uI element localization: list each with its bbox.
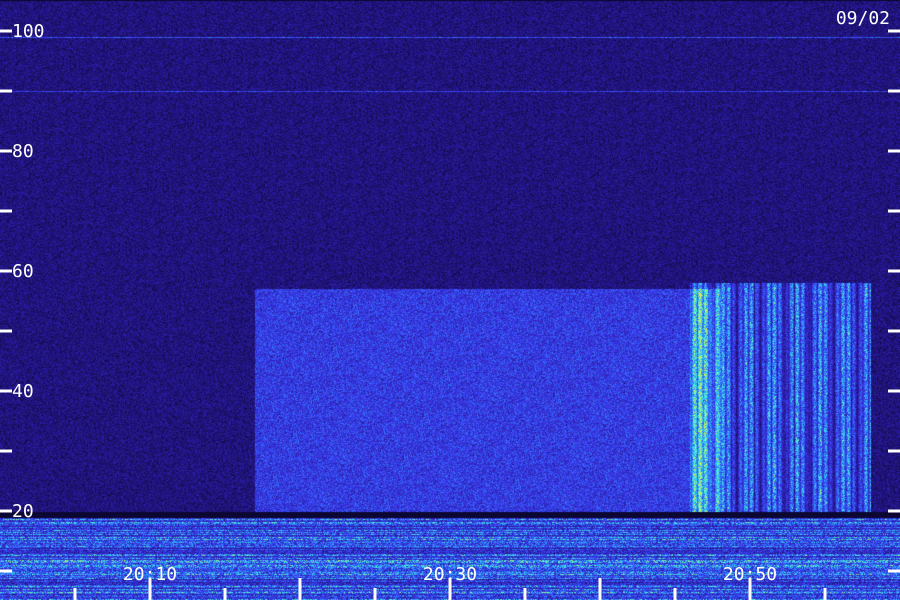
x-tick-label: 20:30 — [423, 564, 477, 585]
x-tick-label: 20:10 — [123, 564, 177, 585]
y-tick-label: 60 — [12, 261, 34, 282]
y-axis: 20 40 60 80 100 — [0, 21, 900, 573]
x-tick-label: 20:50 — [723, 564, 777, 585]
x-axis: 20:10 20:30 20:50 — [73, 564, 827, 600]
spectrogram-panel: 20 40 60 80 100 20:10 20:30 20:50 09/02 — [0, 0, 900, 600]
y-tick-label: 40 — [12, 381, 34, 402]
y-tick-label: 100 — [12, 21, 45, 42]
date-label: 09/02 — [836, 8, 890, 29]
axes-overlay: 20 40 60 80 100 20:10 20:30 20:50 09/02 — [0, 8, 900, 600]
y-tick-label: 80 — [12, 141, 34, 162]
y-tick-label: 20 — [12, 501, 34, 522]
